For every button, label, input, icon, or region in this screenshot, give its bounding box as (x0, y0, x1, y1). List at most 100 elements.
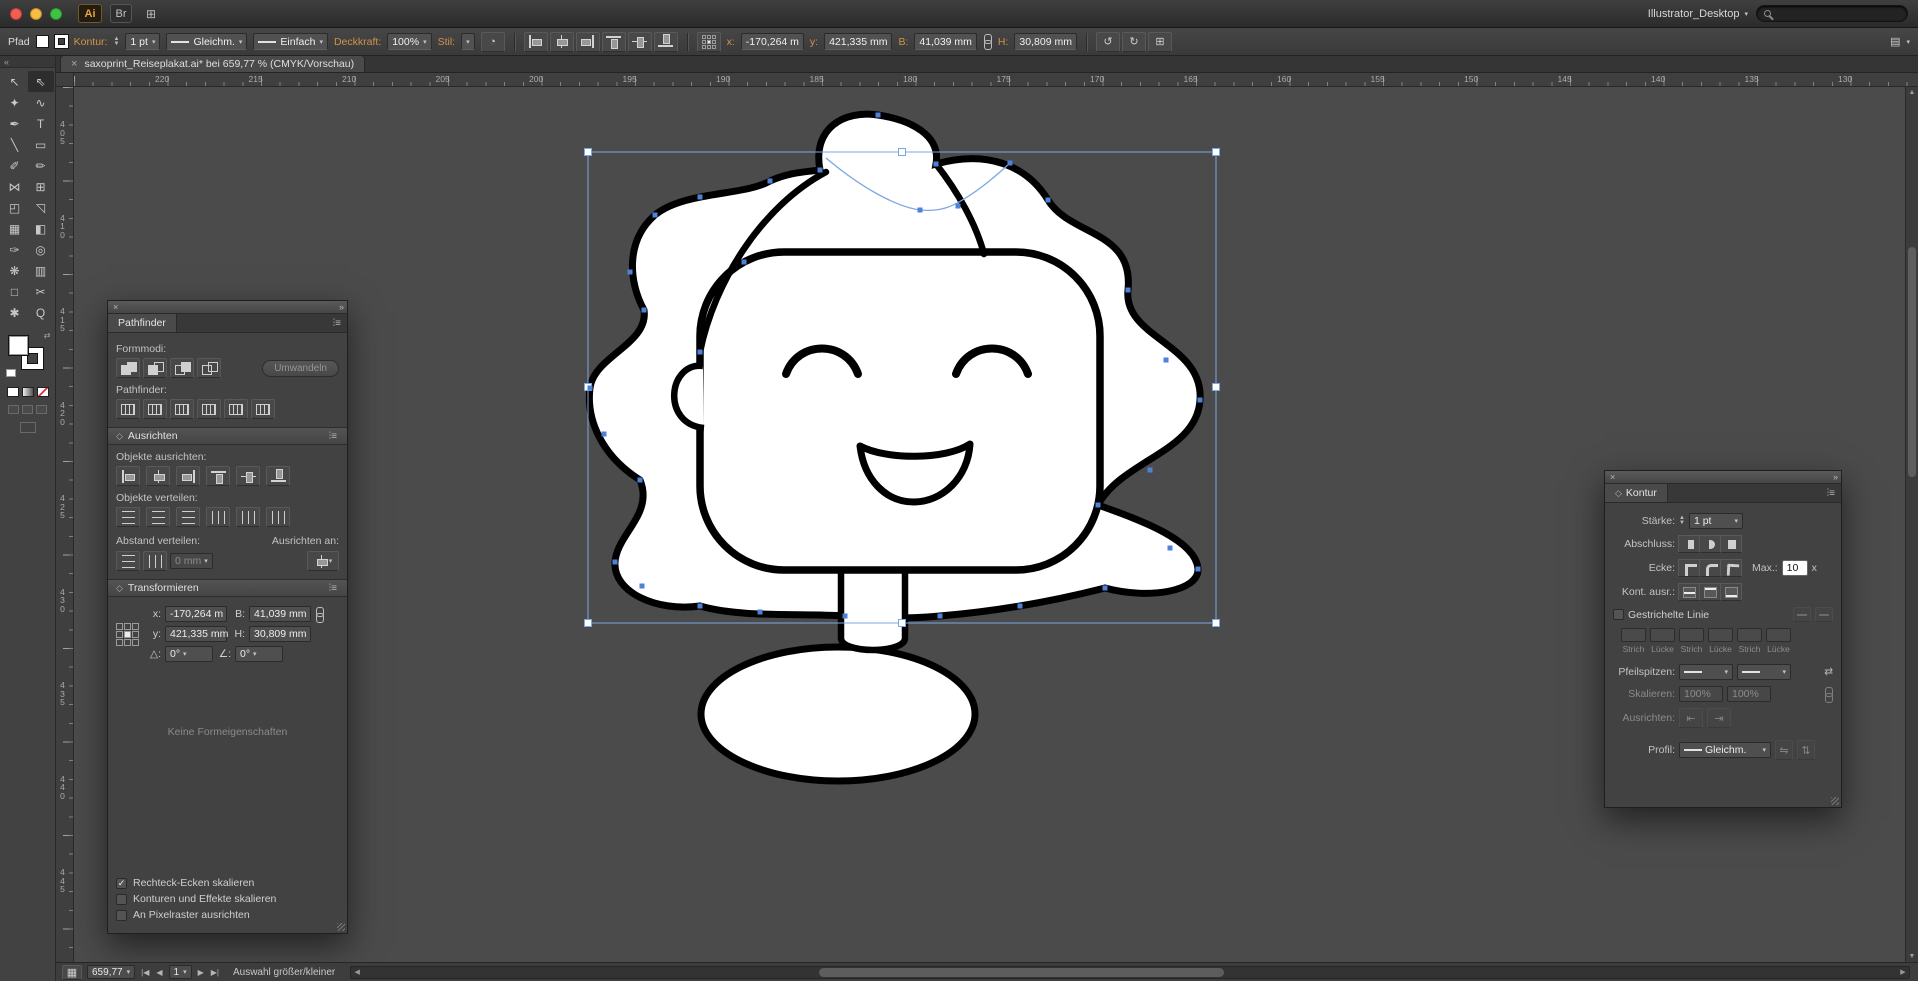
anchor-point[interactable] (818, 168, 823, 173)
anchor-point[interactable] (938, 614, 943, 619)
none-button[interactable] (37, 387, 49, 397)
first-artboard-button[interactable]: |◀ (140, 968, 150, 977)
selection-handle[interactable] (1213, 620, 1220, 627)
align-middle-button[interactable] (236, 466, 260, 486)
panel-menu-icon[interactable]: ⫶≡ (329, 431, 337, 442)
default-fill-stroke-icon[interactable] (6, 369, 16, 377)
lasso-tool[interactable]: ∿ (28, 92, 54, 113)
horizontal-scrollbar[interactable]: ◀ ▶ (350, 966, 1910, 979)
merge-button[interactable] (170, 399, 194, 419)
distribute-left-button[interactable] (206, 507, 230, 527)
arrowhead-start-select[interactable]: ▾ (1679, 664, 1733, 680)
shear-select[interactable]: 0°▾ (235, 646, 283, 662)
scroll-up-icon[interactable]: ▲ (1906, 87, 1918, 98)
anchor-point[interactable] (1168, 546, 1173, 551)
anchor-point[interactable] (1103, 586, 1108, 591)
vertical-space-button[interactable] (116, 551, 140, 571)
selection-handle[interactable] (585, 620, 592, 627)
checkbox[interactable] (116, 910, 127, 921)
stroke-align-center-button[interactable] (1678, 583, 1700, 601)
stroke-weight-label[interactable]: Kontur: (74, 36, 108, 48)
anchor-point[interactable] (1148, 468, 1153, 473)
anchor-point[interactable] (1126, 288, 1131, 293)
stroke-align-inside-button[interactable] (1699, 583, 1721, 601)
umwandeln-button[interactable]: Umwandeln (262, 360, 339, 377)
anchor-point[interactable] (640, 584, 645, 589)
stroke-swatch[interactable] (55, 35, 68, 48)
cap-round-button[interactable] (1699, 535, 1721, 553)
width-tool[interactable]: ⋈ (2, 176, 28, 197)
vertical-align-middle-icon[interactable] (628, 32, 652, 52)
search-field[interactable] (1756, 5, 1908, 22)
isolate-icon[interactable]: ⊞ (1148, 32, 1172, 52)
selection-tool[interactable]: ↖ (2, 71, 28, 92)
align-center-button[interactable] (146, 466, 170, 486)
spacing-value-select[interactable]: 0 mm▾ (170, 553, 213, 569)
y-field[interactable]: 421,335 mm (824, 33, 892, 50)
link-dimensions-icon[interactable] (315, 607, 324, 622)
profile-select[interactable]: Gleichm.▾ (1679, 742, 1771, 758)
slice-tool[interactable]: ✂ (28, 281, 54, 302)
align-left-button[interactable] (116, 466, 140, 486)
reference-point[interactable] (116, 639, 123, 646)
reference-point[interactable] (116, 631, 123, 638)
dash-field[interactable] (1766, 628, 1791, 642)
document-tab[interactable]: × saxoprint_Reiseplakat.ai* bei 659,77 %… (60, 55, 365, 72)
link-scale-icon[interactable] (1824, 687, 1833, 702)
swap-fill-stroke-icon[interactable]: ⇄ (44, 331, 51, 340)
anchor-point[interactable] (843, 614, 848, 619)
selection-handle[interactable] (899, 620, 906, 627)
rectangle-tool[interactable]: ▭ (28, 134, 54, 155)
anchor-point[interactable] (1198, 398, 1203, 403)
anchor-point[interactable] (638, 478, 643, 483)
mesh-tool[interactable]: ▦ (2, 218, 28, 239)
join-bevel-button[interactable] (1720, 559, 1742, 577)
align-bottom-button[interactable] (266, 466, 290, 486)
brush-select[interactable]: Einfach▾ (253, 33, 328, 50)
distribute-bottom-button[interactable] (176, 507, 200, 527)
color-button[interactable] (7, 387, 19, 397)
column-graph-tool[interactable]: ▥ (28, 260, 54, 281)
reference-point[interactable] (124, 623, 131, 630)
horizontal-ruler[interactable]: 2202152102052001951901851801751701651601… (74, 73, 1918, 87)
anchor-point[interactable] (1096, 503, 1101, 508)
exclude-button[interactable] (197, 358, 221, 378)
selection-handle[interactable] (899, 149, 906, 156)
panel-menu-icon[interactable]: ⫶≡ (333, 318, 341, 329)
anchor-point[interactable] (934, 162, 939, 167)
anchor-point[interactable] (653, 213, 658, 218)
dash-field[interactable] (1621, 628, 1646, 642)
horizontal-align-right-icon[interactable] (576, 32, 600, 52)
reference-point[interactable] (124, 639, 131, 646)
horizontal-align-center-icon[interactable] (550, 32, 574, 52)
cap-projecting-button[interactable] (1720, 535, 1742, 553)
align-arrow-end-button[interactable]: ⇥ (1707, 708, 1731, 728)
weight-select[interactable]: 1 pt▾ (1689, 513, 1743, 529)
distribute-top-button[interactable] (116, 507, 140, 527)
transform-height-field[interactable]: 30,809 mm (249, 626, 311, 642)
magic-wand-tool[interactable]: ✦ (2, 92, 28, 113)
checkbox[interactable] (116, 894, 127, 905)
scroll-left-icon[interactable]: ◀ (351, 967, 363, 978)
selection-handle[interactable] (1213, 384, 1220, 391)
weight-stepper[interactable]: ▲▼ (1679, 516, 1685, 526)
flip-across-button[interactable]: ⇅ (1797, 740, 1815, 760)
fill-proxy-swatch[interactable] (8, 335, 29, 356)
reference-point-button[interactable] (697, 32, 721, 52)
resize-grip[interactable] (337, 923, 345, 931)
opacity-label[interactable]: Deckkraft: (334, 36, 381, 48)
selection-handle[interactable] (585, 149, 592, 156)
arrowhead-end-select[interactable]: ▾ (1737, 664, 1791, 680)
blend-tool[interactable]: ◎ (28, 239, 54, 260)
link-dimensions-icon[interactable] (983, 34, 992, 49)
reference-point[interactable] (132, 639, 139, 646)
direct-selection-tool[interactable]: ⇖ (28, 71, 54, 92)
gradient-tool[interactable]: ◧ (28, 218, 54, 239)
dash-field[interactable] (1650, 628, 1675, 642)
join-miter-button[interactable] (1678, 559, 1700, 577)
divide-button[interactable] (116, 399, 140, 419)
reference-point[interactable] (124, 631, 131, 638)
neck-shape[interactable] (841, 562, 905, 650)
align-arrow-tip-button[interactable]: ⇤ (1679, 708, 1703, 728)
vertical-ruler[interactable]: 405410415420425430435440445450 (56, 87, 74, 962)
